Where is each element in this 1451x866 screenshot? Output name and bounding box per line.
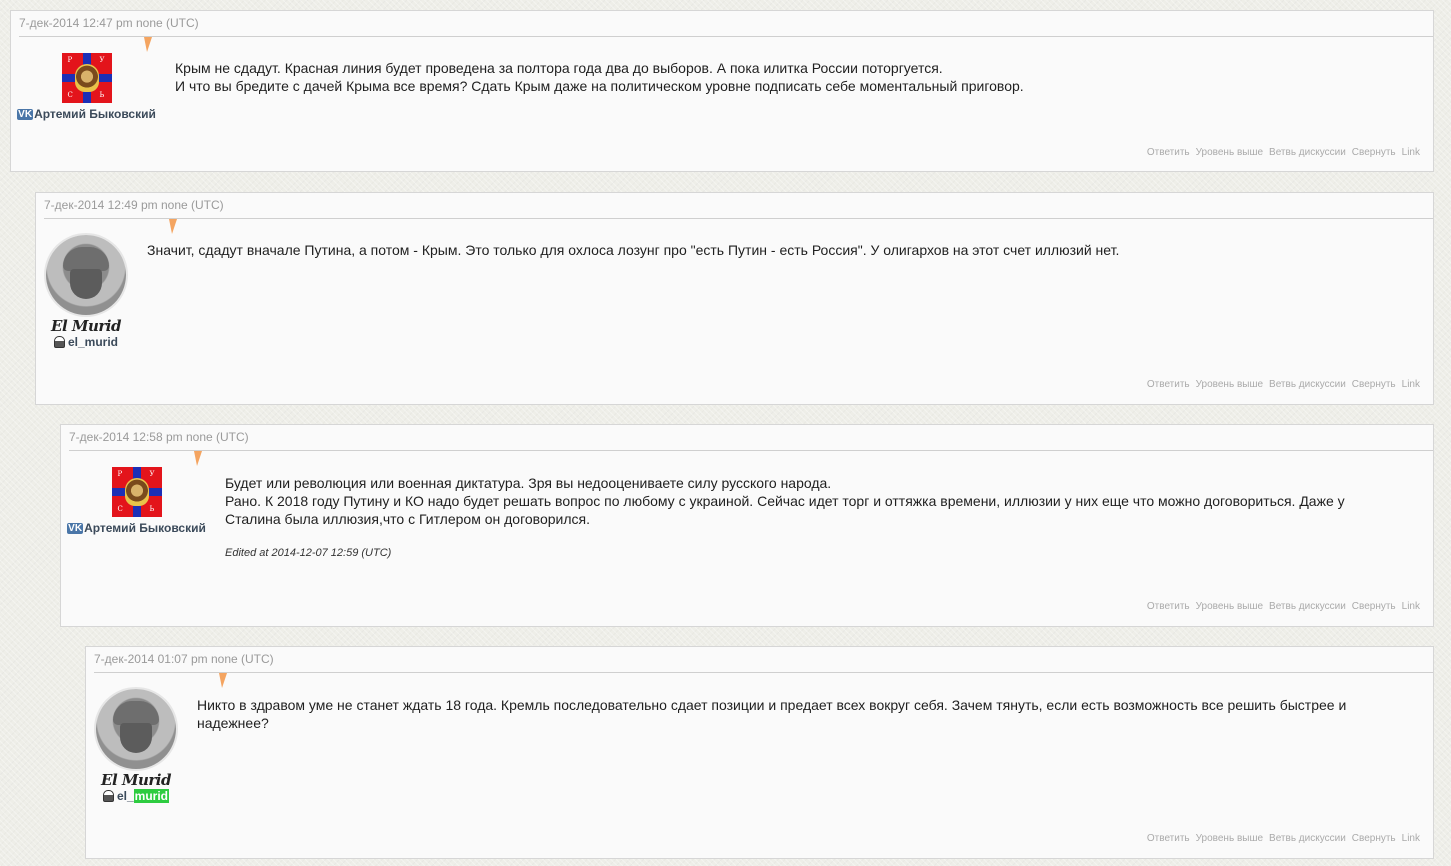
author-avatar[interactable]: Р У С Ь [111, 467, 162, 517]
comment-paragraph: И что вы бредите с дачей Крыма все время… [175, 78, 1024, 94]
comment-paragraph: Будет или революция или военная диктатур… [225, 475, 832, 491]
comment-body: Будет или революция или военная диктатур… [225, 474, 1400, 562]
collapse-link[interactable]: Свернуть [1352, 379, 1396, 390]
comment-timestamp: 7-дек-2014 01:07 pm none (UTC) [94, 647, 1433, 673]
thread-link[interactable]: Ветвь дискуссии [1269, 833, 1346, 844]
parent-link[interactable]: Уровень выше [1196, 833, 1263, 844]
collapse-link[interactable]: Свернуть [1352, 601, 1396, 612]
reply-link[interactable]: Ответить [1147, 147, 1190, 158]
author-name-highlight[interactable]: murid [133, 789, 170, 803]
comment-body: Крым не сдадут. Красная линия будет пров… [175, 59, 1415, 95]
author-link[interactable]: VK Артемий Быковский [17, 107, 156, 121]
comment-body: Значит, сдадут вначале Путина, а потом -… [147, 241, 1397, 259]
collapse-link[interactable]: Свернуть [1352, 833, 1396, 844]
livejournal-user-icon[interactable] [53, 336, 65, 348]
comment-pointer-icon [144, 37, 152, 52]
comment-actions: Ответить Уровень выше Ветвь дискуссии Св… [1147, 379, 1420, 390]
parent-link[interactable]: Уровень выше [1196, 601, 1263, 612]
edited-note: Edited at 2014-12-07 12:59 (UTC) [225, 547, 392, 559]
author-name[interactable]: Артемий Быковский [34, 107, 156, 121]
livejournal-user-icon[interactable] [102, 790, 114, 802]
comment-actions: Ответить Уровень выше Ветвь дискуссии Св… [1147, 601, 1420, 612]
author-name[interactable]: el_murid [68, 335, 118, 349]
permalink[interactable]: Link [1402, 601, 1420, 612]
thread-link[interactable]: Ветвь дискуссии [1269, 601, 1346, 612]
vk-icon: VK [67, 522, 84, 534]
reply-link[interactable]: Ответить [1147, 379, 1190, 390]
comment-timestamp: 7-дек-2014 12:58 pm none (UTC) [69, 425, 1433, 451]
comment-pointer-icon [219, 673, 227, 688]
parent-link[interactable]: Уровень выше [1196, 147, 1263, 158]
author-link[interactable]: el_murid [91, 789, 181, 803]
comment-pointer-icon [169, 219, 177, 234]
comment-paragraph: Крым не сдадут. Красная линия будет пров… [175, 60, 943, 76]
permalink[interactable]: Link [1402, 147, 1420, 158]
thread-link[interactable]: Ветвь дискуссии [1269, 147, 1346, 158]
permalink[interactable]: Link [1402, 833, 1420, 844]
comment-actions: Ответить Уровень выше Ветвь дискуссии Св… [1147, 147, 1420, 158]
avatar-signature: El Murid [101, 771, 171, 789]
comment: 7-дек-2014 12:49 pm none (UTC) El Murid … [35, 192, 1434, 405]
author-name-prefix[interactable]: el_ [117, 789, 134, 803]
thread-link[interactable]: Ветвь дискуссии [1269, 379, 1346, 390]
author-avatar[interactable]: Р У С Ь [61, 53, 112, 103]
comment-author: Р У С Ь VK Артемий Быковский [17, 53, 156, 121]
comment: 7-дек-2014 12:47 pm none (UTC) Р У С Ь V… [10, 10, 1434, 172]
parent-link[interactable]: Уровень выше [1196, 379, 1263, 390]
collapse-link[interactable]: Свернуть [1352, 147, 1396, 158]
icon-face-icon [74, 64, 99, 92]
comment-body: Никто в здравом уме не станет ждать 18 г… [197, 696, 1407, 732]
author-avatar[interactable] [46, 235, 126, 315]
author-avatar[interactable] [96, 689, 176, 769]
comment-author: El Murid el_murid [91, 689, 181, 803]
comment-paragraph: Значит, сдадут вначале Путина, а потом -… [147, 242, 1120, 258]
comment-pointer-icon [194, 451, 202, 466]
comment: 7-дек-2014 01:07 pm none (UTC) El Murid … [85, 646, 1434, 859]
comment-author: Р У С Ь VK Артемий Быковский [67, 467, 206, 535]
comment-actions: Ответить Уровень выше Ветвь дискуссии Св… [1147, 833, 1420, 844]
comment: 7-дек-2014 12:58 pm none (UTC) Р У С Ь V… [60, 424, 1434, 627]
avatar-signature: El Murid [51, 317, 121, 335]
comment-author: El Murid el_murid [41, 235, 131, 349]
author-link[interactable]: el_murid [41, 335, 131, 349]
vk-icon: VK [17, 108, 34, 120]
reply-link[interactable]: Ответить [1147, 833, 1190, 844]
comment-timestamp: 7-дек-2014 12:49 pm none (UTC) [44, 193, 1433, 219]
author-name[interactable]: Артемий Быковский [84, 521, 206, 535]
comment-timestamp: 7-дек-2014 12:47 pm none (UTC) [19, 11, 1433, 37]
comment-paragraph: Рано. К 2018 году Путину и КО надо будет… [225, 493, 1345, 527]
permalink[interactable]: Link [1402, 379, 1420, 390]
reply-link[interactable]: Ответить [1147, 601, 1190, 612]
icon-face-icon [124, 478, 149, 506]
comment-paragraph: Никто в здравом уме не станет ждать 18 г… [197, 697, 1347, 731]
author-link[interactable]: VK Артемий Быковский [67, 521, 206, 535]
